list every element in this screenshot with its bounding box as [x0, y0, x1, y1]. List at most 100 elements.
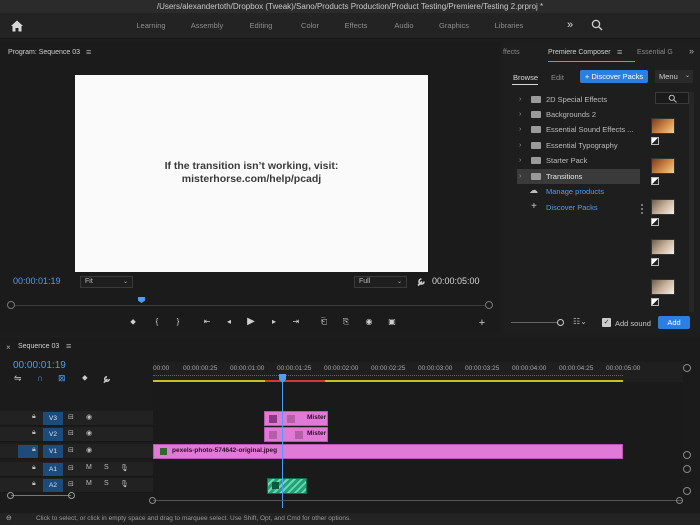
scroll-handle-icon[interactable] [676, 497, 683, 504]
scroll-handle-icon[interactable] [683, 364, 691, 372]
scroll-handle-icon[interactable] [683, 465, 691, 473]
thumbnail-transition[interactable] [651, 239, 675, 255]
tab-color[interactable]: Color [289, 13, 331, 39]
solo-button[interactable]: S [104, 464, 109, 471]
add-sound-checkbox[interactable]: ✓ [602, 318, 611, 327]
tree-item-transitions[interactable]: › Transitions [517, 169, 640, 184]
add-button-icon[interactable]: + [476, 317, 488, 329]
go-to-in-icon[interactable]: ⇤ [201, 316, 213, 328]
program-menu-icon[interactable]: ≡ [86, 47, 91, 57]
sequence-menu-icon[interactable]: ≡ [66, 341, 71, 351]
extract-icon[interactable]: ⎘ [340, 316, 352, 328]
mute-button[interactable]: M [86, 464, 92, 471]
tab-graphics[interactable]: Graphics [433, 13, 475, 39]
scroll-handle-icon[interactable] [7, 301, 15, 309]
step-forward-icon[interactable]: ▸ [268, 316, 280, 328]
lift-icon[interactable]: ⎗ [318, 316, 330, 328]
microphone-icon[interactable]: 🎙︎ [120, 464, 129, 472]
go-to-out-icon[interactable]: ⇥ [290, 316, 302, 328]
thumbnail-transition[interactable] [651, 158, 675, 174]
discover-packs-button[interactable]: + Discover Packs [580, 70, 648, 83]
sync-lock-icon[interactable]: ⊟ [68, 429, 74, 437]
timeline-timecode[interactable]: 00:00:01:19 [13, 360, 66, 371]
eye-icon[interactable]: ◉ [86, 413, 92, 421]
view-options-icon[interactable]: ☷⌄ [573, 317, 587, 326]
track-target-v2[interactable]: V2 [43, 428, 63, 441]
track-target-a2[interactable]: A2 [43, 479, 63, 492]
horizontal-scrollbar[interactable] [153, 500, 683, 501]
lock-icon[interactable]: 🔒︎ [32, 413, 36, 421]
clip-v2-mister[interactable]: Mister [264, 427, 328, 442]
size-slider[interactable] [511, 322, 559, 323]
eye-icon[interactable]: ◉ [86, 446, 92, 454]
panel-menu-icon[interactable]: ≡ [617, 47, 622, 57]
sync-lock-icon[interactable]: ⊟ [68, 464, 74, 472]
linked-selection-icon[interactable]: ⊠ [58, 373, 66, 384]
microphone-icon[interactable]: 🎙︎ [120, 480, 129, 488]
sync-lock-icon[interactable]: ⊟ [68, 446, 74, 454]
lock-icon[interactable]: 🔒︎ [32, 480, 36, 488]
nest-icon[interactable]: ⇋ [14, 373, 22, 384]
tab-effects[interactable]: Effects [335, 13, 377, 39]
clip-v1-image[interactable]: pexels-photo-574642-original.jpeg [153, 444, 623, 459]
add-button[interactable]: Add [658, 316, 690, 329]
more-workspaces-icon[interactable]: » [563, 17, 577, 33]
lock-icon[interactable]: 🔒︎ [32, 429, 36, 437]
home-icon[interactable] [10, 19, 24, 33]
mark-out-icon[interactable]: } [172, 316, 184, 328]
program-title[interactable]: Program: Sequence 03 [8, 49, 80, 56]
clip-a2-audio[interactable] [267, 478, 307, 494]
scroll-handle-icon[interactable] [683, 451, 691, 459]
edit-tab[interactable]: Edit [551, 73, 564, 82]
search-icon[interactable] [591, 19, 603, 31]
wrench-icon[interactable] [416, 276, 427, 287]
play-icon[interactable]: ▶ [245, 316, 257, 328]
comparison-view-icon[interactable]: ▣ [386, 316, 398, 328]
track-target-v3[interactable]: V3 [43, 412, 63, 425]
solo-button[interactable]: S [104, 480, 109, 487]
browse-tab[interactable]: Browse [513, 73, 538, 82]
menu-dropdown[interactable]: Menu ⌄ [655, 70, 693, 83]
tab-effects-panel[interactable]: ffects [503, 49, 520, 56]
mute-button[interactable]: M [86, 480, 92, 487]
program-timecode[interactable]: 00:00:01:19 [13, 276, 61, 286]
tab-learning[interactable]: Learning [130, 13, 172, 39]
step-back-icon[interactable]: ◂ [223, 316, 235, 328]
tree-item-backgrounds-2[interactable]: › Backgrounds 2 [517, 107, 640, 122]
splitter-handle[interactable] [641, 204, 643, 214]
close-icon[interactable]: × [6, 343, 11, 352]
sync-lock-icon[interactable]: ⊟ [68, 413, 74, 421]
timeline-settings-icon[interactable] [102, 374, 112, 384]
time-ruler[interactable]: 00:00 00:00:00:25 00:00:01:00 00:00:01:2… [153, 362, 683, 382]
camera-icon[interactable]: ◉ [363, 316, 375, 328]
thumbnail-search-input[interactable] [655, 92, 689, 104]
tree-item-essential-typography[interactable]: › Essential Typography [517, 138, 640, 153]
eye-icon[interactable]: ◉ [86, 429, 92, 437]
tree-item-starter-pack[interactable]: › Starter Pack [517, 153, 640, 168]
tab-audio[interactable]: Audio [383, 13, 425, 39]
tree-item-essential-sound-effects[interactable]: › Essential Sound Effects ... [517, 122, 640, 137]
add-marker-icon[interactable]: ⬥ [82, 373, 88, 383]
tab-assembly[interactable]: Assembly [186, 13, 228, 39]
tab-essential-graphics[interactable]: Essential G [637, 49, 673, 56]
playhead-icon[interactable] [138, 297, 145, 303]
tab-libraries[interactable]: Libraries [488, 13, 530, 39]
sync-lock-icon[interactable]: ⊟ [68, 480, 74, 488]
snap-icon[interactable]: ∩ [37, 373, 43, 383]
clip-v3-mister[interactable]: Mister [264, 411, 328, 426]
size-slider-knob[interactable] [557, 319, 564, 326]
thumbnail-transition[interactable] [651, 279, 675, 295]
scroll-handle-icon[interactable] [485, 301, 493, 309]
more-tabs-icon[interactable]: » [689, 46, 694, 56]
scroll-handle-icon[interactable] [7, 492, 14, 499]
thumbnail-transition[interactable] [651, 118, 675, 134]
tab-editing[interactable]: Editing [240, 13, 282, 39]
quality-dropdown[interactable]: Full ⌄ [354, 276, 407, 288]
mark-in-icon[interactable]: { [151, 316, 163, 328]
track-target-v1[interactable]: V1 [43, 445, 63, 458]
track-target-a1[interactable]: A1 [43, 463, 63, 476]
sequence-tab[interactable]: Sequence 03 [18, 343, 59, 350]
track-height-slider[interactable] [11, 495, 71, 496]
scroll-handle-icon[interactable] [683, 487, 691, 495]
fit-dropdown[interactable]: Fit ⌄ [80, 276, 133, 288]
